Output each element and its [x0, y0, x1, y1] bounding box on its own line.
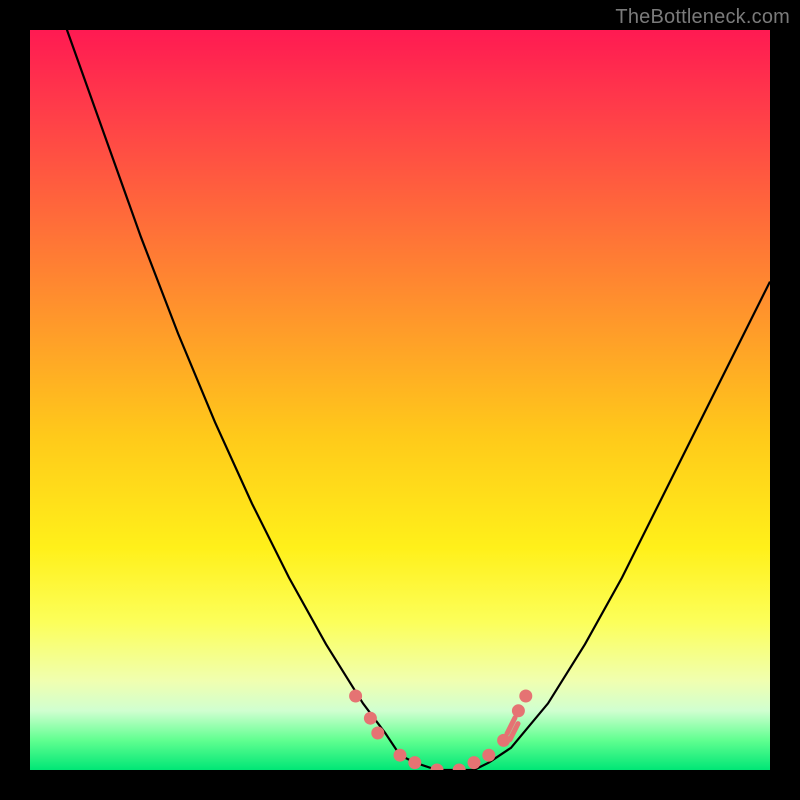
curve-marker — [349, 690, 362, 703]
curve-marker — [519, 690, 532, 703]
plot-area — [30, 30, 770, 770]
curve-markers — [349, 690, 532, 771]
watermark-text: TheBottleneck.com — [615, 6, 790, 29]
curve-marker — [482, 749, 495, 762]
curve-marker — [453, 764, 466, 771]
curve-marker — [431, 764, 444, 771]
curve-marker — [512, 704, 525, 717]
curve-layer — [30, 30, 770, 770]
curve-marker — [364, 712, 377, 725]
curve-marker — [468, 756, 481, 769]
curve-marker — [408, 756, 421, 769]
curve-marker — [371, 727, 384, 740]
chart-frame: TheBottleneck.com — [0, 0, 800, 800]
curve-marker — [394, 749, 407, 762]
bottleneck-curve — [30, 30, 770, 770]
